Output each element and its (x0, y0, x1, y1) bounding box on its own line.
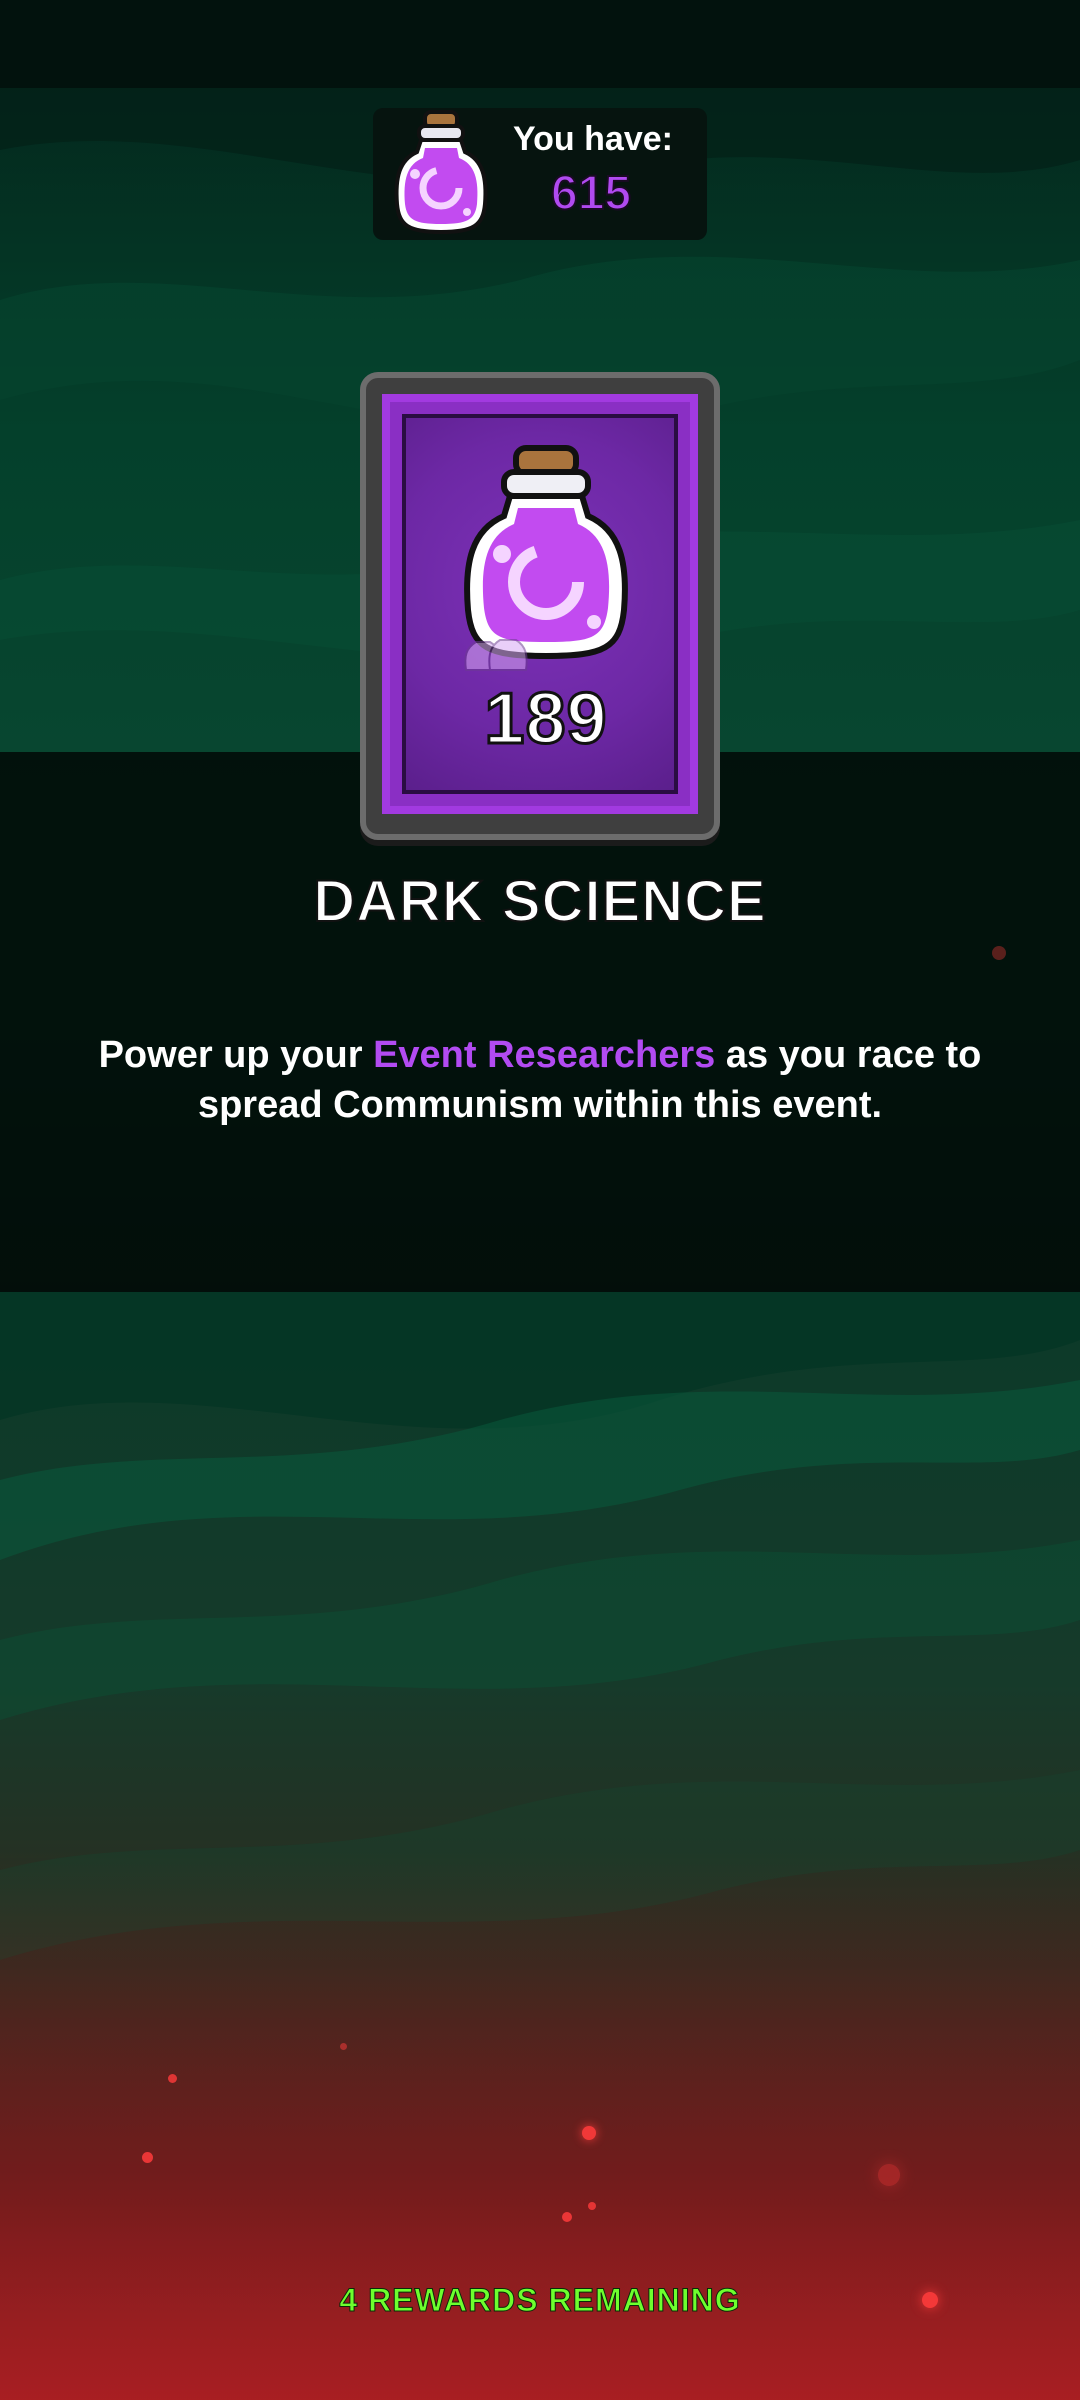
ember-particle (562, 2212, 572, 2222)
reward-title: DARK SCIENCE (312, 868, 767, 935)
reward-card[interactable]: 189 (360, 372, 720, 840)
ember-particle (582, 2126, 596, 2140)
balance-label: You have: (513, 120, 673, 158)
ember-particle (142, 2152, 153, 2163)
description-highlight: Event Researchers (373, 1034, 716, 1076)
ember-particle (340, 2043, 347, 2050)
description-text: Power up your (98, 1034, 374, 1076)
ember-particle (992, 946, 1006, 960)
ember-particle (168, 2074, 177, 2083)
currency-balance: You have: 615 (373, 108, 707, 240)
ember-particle (878, 2164, 900, 2186)
balance-value: 615 (550, 166, 632, 221)
reward-amount: 189 (483, 678, 608, 761)
ember-particle (588, 2202, 596, 2210)
rewards-remaining-label: 4 REWARDS REMAINING (339, 2282, 741, 2319)
reward-screen[interactable]: You have: 615 189 DARK SCIENCE Power up … (0, 0, 1080, 2400)
potion-icon (394, 110, 488, 235)
reward-description: Power up your Event Researchers as you r… (80, 1030, 1000, 1130)
potion-icon (464, 445, 628, 671)
